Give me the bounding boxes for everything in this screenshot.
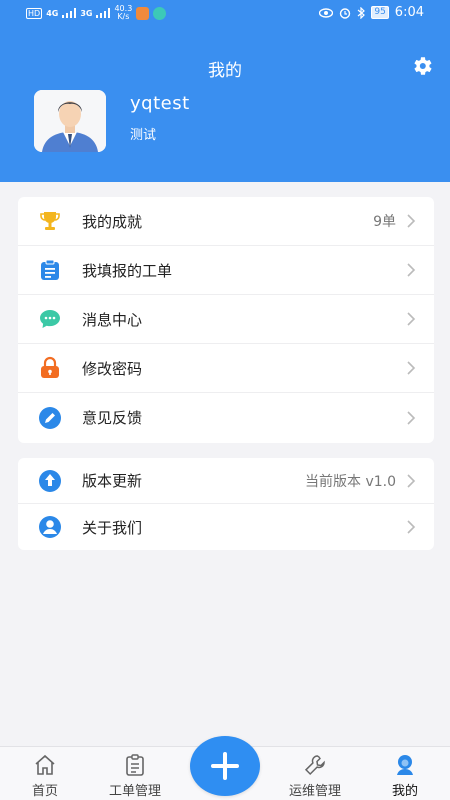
lock-icon	[41, 356, 59, 378]
plus-icon	[211, 752, 239, 780]
menu-item-label: 我的成就	[82, 212, 143, 231]
tab-label: 工单管理	[108, 784, 161, 799]
hd-badge: HD	[26, 7, 43, 19]
network-label: 4G	[46, 8, 59, 18]
bluetooth-icon	[357, 6, 366, 19]
wrench-icon	[304, 755, 325, 776]
chevron-right-icon	[407, 214, 416, 228]
profile-icon	[397, 755, 413, 775]
tab-maintenance[interactable]: 运维管理	[270, 747, 360, 800]
tab-label: 首页	[31, 784, 58, 799]
menu-item-label: 修改密码	[82, 359, 143, 378]
signal-icon-2	[96, 8, 111, 18]
chevron-right-icon	[407, 361, 416, 375]
settings-gear-icon[interactable]	[410, 54, 434, 78]
chevron-right-icon	[407, 473, 416, 488]
menu-item-feedback[interactable]: 意见反馈	[18, 393, 434, 442]
battery-indicator: 95	[371, 6, 389, 19]
network-label-2: 3G	[80, 8, 93, 18]
menu-item-about-us[interactable]: 关于我们	[18, 504, 434, 550]
menu-item-messages[interactable]: 消息中心	[18, 295, 434, 344]
chevron-right-icon	[407, 312, 416, 326]
menu-item-change-password[interactable]: 修改密码	[18, 344, 434, 393]
tab-mine[interactable]: 我的	[360, 747, 450, 800]
home-icon	[35, 754, 55, 775]
menu-item-label: 我填报的工单	[82, 261, 173, 280]
alarm-icon	[340, 7, 351, 19]
eye-icon	[319, 7, 334, 18]
menu-item-label: 消息中心	[82, 310, 143, 329]
network-speed: 40.3 K/s	[114, 5, 132, 21]
menu-item-label: 意见反馈	[82, 409, 143, 427]
current-version: 当前版本 v1.0	[305, 473, 396, 490]
menu-item-label: 版本更新	[82, 472, 143, 490]
chat-icon	[40, 310, 60, 328]
menu-item-label: 关于我们	[82, 518, 143, 537]
avatar-person-icon	[34, 90, 106, 152]
chevron-right-icon	[407, 263, 416, 277]
app-notification-icon-2	[153, 6, 167, 20]
speed-unit: K/s	[117, 12, 130, 21]
menu-item-my-orders[interactable]: 我填报的工单	[18, 246, 434, 295]
status-right: 95 6:04	[319, 5, 424, 20]
status-time: 6:04	[394, 5, 424, 20]
clipboard-outline-icon	[126, 754, 144, 776]
pencil-icon	[39, 406, 61, 429]
chevron-right-icon	[407, 520, 416, 534]
chevron-right-icon	[407, 410, 416, 425]
menu-group-about: 版本更新 当前版本 v1.0 关于我们	[18, 458, 434, 550]
app-notification-icon	[136, 6, 150, 20]
status-left: HD 4G 3G 40.3 K/s	[26, 5, 167, 21]
user-subtitle: 测试	[130, 128, 157, 143]
tab-label: 我的	[391, 784, 418, 799]
upload-icon	[39, 469, 61, 492]
profile-header: HD 4G 3G 40.3 K/s 95 6:04 我的 yqtest 测试	[0, 0, 450, 182]
avatar[interactable]	[34, 90, 106, 152]
signal-icon	[62, 8, 77, 18]
tab-work-orders[interactable]: 工单管理	[90, 747, 180, 800]
user-icon	[39, 516, 61, 538]
user-name: yqtest	[130, 93, 190, 114]
menu-item-version-update[interactable]: 版本更新 当前版本 v1.0	[18, 458, 434, 504]
tab-label: 运维管理	[288, 784, 341, 799]
menu-group-main: 我的成就 9单 我填报的工单 消息中心 修改密码 意见反馈	[18, 197, 434, 443]
achievements-count: 9单	[373, 214, 396, 230]
trophy-icon	[40, 212, 60, 230]
clipboard-icon	[41, 259, 59, 280]
status-bar: HD 4G 3G 40.3 K/s 95 6:04	[0, 0, 450, 26]
tab-home[interactable]: 首页	[0, 747, 90, 800]
add-button[interactable]	[190, 736, 260, 796]
menu-item-achievements[interactable]: 我的成就 9单	[18, 197, 434, 246]
page-title: 我的	[208, 61, 242, 81]
